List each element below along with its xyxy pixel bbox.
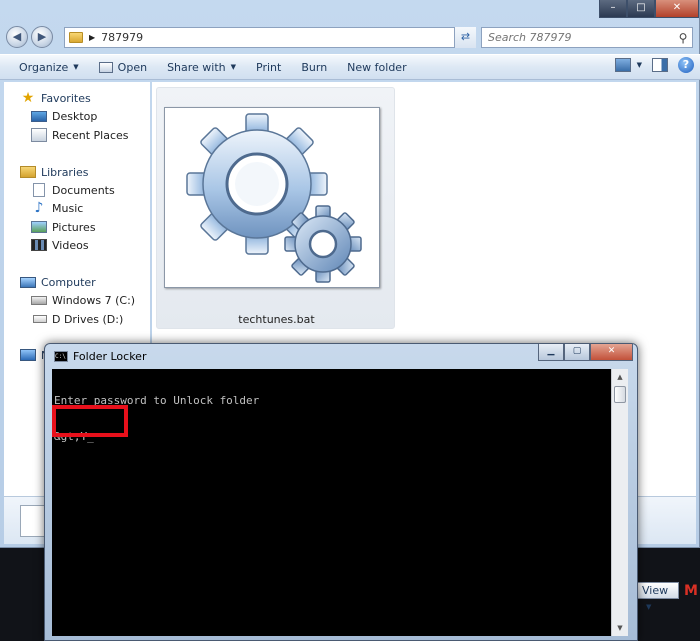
console-caption-controls: ▁ ▢ ✕ — [538, 344, 633, 361]
organize-button[interactable]: Organize ▼ — [0, 56, 89, 78]
console-title: Folder Locker — [73, 350, 147, 363]
chevron-down-icon: ▼ — [230, 63, 237, 71]
highlight-annotation-box — [52, 405, 128, 437]
console-maximize-button[interactable]: ▢ — [564, 344, 590, 361]
forward-button[interactable]: ▶ — [31, 26, 53, 48]
search-input[interactable] — [488, 31, 674, 44]
organize-label: Organize — [19, 60, 69, 74]
nav-music-label: Music — [52, 201, 84, 215]
nav-documents-label: Documents — [52, 183, 115, 197]
network-icon — [20, 349, 36, 361]
share-with-button[interactable]: Share with ▼ — [157, 56, 246, 78]
star-icon: ★ — [21, 90, 35, 106]
documents-icon — [33, 183, 45, 197]
open-icon — [98, 61, 113, 73]
refresh-button[interactable]: ⇄ — [454, 27, 476, 48]
nav-computer-label: Computer — [41, 275, 96, 289]
console-window[interactable]: C:\ Folder Locker ▁ ▢ ✕ Enter password t… — [44, 343, 638, 641]
console-scrollbar[interactable]: ▲ ▼ — [611, 369, 628, 636]
address-bar[interactable]: ▶ 787979 ▼ — [64, 27, 476, 48]
nav-drive-c[interactable]: Windows 7 (C:) — [31, 291, 135, 309]
breadcrumb-current[interactable]: 787979 — [101, 31, 461, 44]
nav-libraries[interactable]: Libraries — [20, 163, 89, 181]
burn-button[interactable]: Burn — [291, 56, 337, 78]
computer-icon — [20, 276, 36, 288]
film-strip-icon — [31, 239, 47, 251]
print-label: Print — [256, 60, 282, 74]
nav-desktop-label: Desktop — [52, 109, 98, 123]
explorer-caption-controls: – □ ✕ — [599, 0, 699, 18]
search-icon[interactable]: ⚲ — [674, 31, 692, 45]
drive-icon — [33, 315, 47, 323]
preview-pane-icon[interactable] — [652, 58, 668, 72]
new-folder-label: New folder — [347, 60, 407, 74]
maximize-button[interactable]: □ — [627, 0, 655, 18]
nav-videos[interactable]: Videos — [31, 236, 89, 254]
nav-drive-d-label: D Drives (D:) — [52, 312, 124, 326]
chevron-down-icon: ▼ — [73, 63, 79, 71]
nav-pictures-label: Pictures — [52, 220, 96, 234]
console-titlebar[interactable]: C:\ Folder Locker ▁ ▢ ✕ — [45, 344, 637, 368]
file-thumbnail — [164, 107, 380, 288]
recent-places-icon — [31, 128, 47, 142]
console-body[interactable]: Enter password to Unlock folder &gt;Y _ ▲… — [52, 369, 628, 636]
file-item[interactable]: techtunes.bat — [156, 87, 395, 329]
chevron-down-icon: ▼ — [646, 603, 652, 611]
console-minimize-button[interactable]: ▁ — [538, 344, 564, 361]
nav-recent-places-label: Recent Places — [52, 128, 129, 142]
view-button-label: View — [642, 584, 669, 597]
scroll-down-arrow-icon[interactable]: ▼ — [612, 620, 628, 636]
nav-recent-places[interactable]: Recent Places — [31, 126, 129, 144]
console-input-line[interactable]: &gt;Y _ — [54, 431, 614, 443]
file-name: techtunes.bat — [238, 313, 315, 326]
nav-favorites[interactable]: ★ Favorites — [20, 89, 91, 107]
share-with-label: Share with — [167, 60, 226, 74]
print-button[interactable]: Print — [246, 56, 291, 78]
console-prompt-line: Enter password to Unlock folder — [54, 394, 260, 407]
console-close-button[interactable]: ✕ — [590, 344, 633, 361]
nav-pictures[interactable]: Pictures — [31, 218, 96, 236]
scrollbar-thumb[interactable] — [614, 386, 626, 403]
breadcrumb-separator-icon[interactable]: ▶ — [89, 33, 95, 42]
folder-icon — [69, 32, 83, 43]
nav-drive-d[interactable]: D Drives (D:) — [31, 310, 123, 328]
command-prompt-icon: C:\ — [54, 351, 68, 362]
chevron-down-icon[interactable]: ▼ — [637, 61, 642, 69]
view-button[interactable]: View ▼ — [637, 582, 679, 611]
hard-drive-icon — [31, 295, 47, 305]
nav-documents[interactable]: Documents — [31, 181, 115, 199]
music-note-icon: ♪ — [34, 200, 44, 216]
nav-libraries-label: Libraries — [41, 165, 89, 179]
nav-videos-label: Videos — [52, 238, 89, 252]
minimize-button[interactable]: – — [599, 0, 627, 18]
gear-icon — [186, 113, 362, 283]
command-bar: Organize ▼ Open Share with ▼ Print Burn … — [0, 54, 700, 80]
libraries-icon — [20, 166, 36, 178]
nav-drive-c-label: Windows 7 (C:) — [52, 293, 136, 307]
change-view-icon[interactable] — [614, 58, 631, 72]
gmail-icon[interactable]: M — [684, 583, 700, 599]
address-row: ◀ ▶ ▶ 787979 ▼ ⇄ ⚲ — [0, 24, 700, 52]
search-box[interactable]: ⚲ — [481, 27, 693, 48]
new-folder-button[interactable]: New folder — [337, 56, 416, 78]
open-button[interactable]: Open — [89, 56, 157, 78]
scroll-up-arrow-icon[interactable]: ▲ — [612, 369, 628, 385]
desktop-icon — [31, 110, 47, 122]
nav-music[interactable]: ♪ Music — [31, 199, 84, 217]
help-icon[interactable]: ? — [678, 57, 694, 73]
close-button[interactable]: ✕ — [655, 0, 699, 18]
pictures-icon — [31, 221, 47, 233]
nav-favorites-label: Favorites — [41, 91, 91, 105]
view-tools: ▼ ? — [605, 57, 694, 73]
console-output: Enter password to Unlock folder &gt;Y _ — [54, 371, 614, 467]
back-button[interactable]: ◀ — [6, 26, 28, 48]
burn-label: Burn — [301, 60, 328, 74]
nav-computer[interactable]: Computer — [20, 273, 96, 291]
open-label: Open — [117, 60, 148, 74]
nav-desktop[interactable]: Desktop — [31, 107, 97, 125]
